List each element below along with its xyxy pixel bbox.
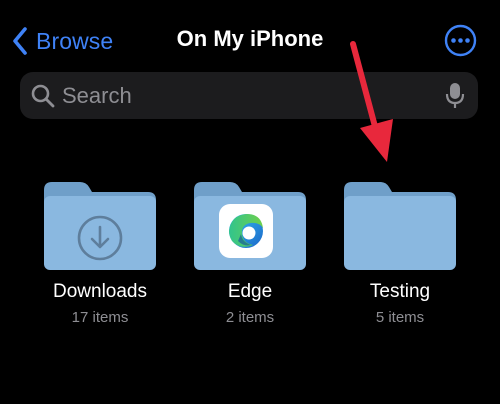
folder-item-count: 17 items [71, 309, 129, 326]
folder-item-count: 2 items [225, 309, 275, 326]
folder-testing[interactable]: Testing 5 items [340, 178, 480, 338]
more-options-button[interactable] [444, 24, 477, 57]
magnifying-glass-icon [31, 84, 55, 107]
folder-name: Downloads [53, 281, 147, 302]
ellipsis-circle-icon [444, 24, 477, 57]
folder-icon [344, 182, 456, 270]
folder-name: Edge [227, 281, 273, 302]
microphone-icon[interactable] [445, 81, 465, 111]
folder-name: Testing [369, 281, 431, 302]
files-screen: Browse On My iPhone Search Downloads 17 … [0, 0, 500, 404]
folder-downloads[interactable]: Downloads 17 items [40, 178, 180, 338]
navigation-bar: Browse On My iPhone [0, 0, 500, 70]
page-title: On My iPhone [176, 26, 324, 51]
download-arrow-icon [77, 215, 123, 261]
search-bar[interactable] [20, 72, 478, 119]
folder-item-count: 5 items [375, 309, 425, 326]
folder-edge[interactable]: Edge 2 items [190, 178, 330, 338]
edge-app-icon [219, 204, 273, 258]
search-input[interactable] [62, 75, 445, 116]
